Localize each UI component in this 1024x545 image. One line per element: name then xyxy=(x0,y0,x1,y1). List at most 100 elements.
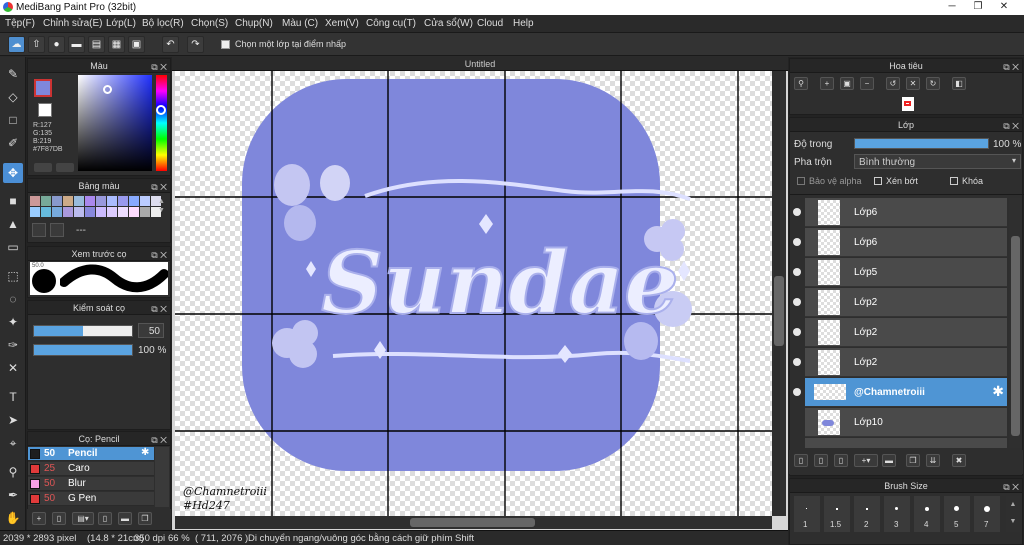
brush-size-value[interactable]: 50 xyxy=(138,323,164,338)
merge-layer-icon[interactable]: ⇊ xyxy=(926,454,940,467)
eye-icon[interactable] xyxy=(793,388,801,396)
gear-icon[interactable]: ✱ xyxy=(141,447,149,458)
panel-popout-icon[interactable]: ⧉ ✕ xyxy=(151,60,167,74)
eraser-tool-icon[interactable]: ◇ xyxy=(3,87,23,107)
maximize-icon[interactable]: ❐ xyxy=(966,0,990,14)
menu-color[interactable]: Màu (C) xyxy=(282,18,318,29)
eye-icon[interactable] xyxy=(793,328,801,336)
vertical-scroll-thumb[interactable] xyxy=(774,276,784,346)
layer-row[interactable]: Lớp2 xyxy=(805,318,1007,347)
navigator-thumbnail[interactable] xyxy=(902,97,914,111)
document-tab[interactable]: Untitled xyxy=(172,57,788,71)
eye-icon[interactable] xyxy=(793,268,801,276)
panel-popout-icon[interactable]: ⧉ ✕ xyxy=(1003,480,1019,494)
brush-tool-icon[interactable]: ✎ xyxy=(3,64,23,84)
menu-file[interactable]: Tệp(F) xyxy=(5,18,35,29)
folder-icon[interactable]: ▬ xyxy=(882,454,896,467)
zoom-in-icon[interactable]: + xyxy=(820,77,834,90)
blend-mode-select[interactable]: Bình thường ▾ xyxy=(854,154,1021,169)
layer-scrollbar[interactable] xyxy=(1009,198,1022,448)
reset-rotate-icon[interactable]: ✕ xyxy=(906,77,920,90)
dot-tool-icon[interactable]: □ xyxy=(3,110,23,130)
grid-icon[interactable]: ▦ xyxy=(108,36,125,53)
flip-icon[interactable]: ◧ xyxy=(952,77,966,90)
palette-add-icon[interactable] xyxy=(32,223,46,237)
horizontal-scrollbar[interactable] xyxy=(175,516,772,529)
divide-tool-icon[interactable]: ⌖ xyxy=(3,433,23,453)
brush-list-scrollbar[interactable] xyxy=(155,447,169,507)
panel-popout-icon[interactable]: ⧉ ✕ xyxy=(151,180,167,194)
brush-size-slider[interactable] xyxy=(33,325,133,337)
palette-swatches[interactable] xyxy=(30,196,161,218)
background-color-swatch[interactable] xyxy=(38,103,52,117)
lasso-tool-icon[interactable]: ◌ xyxy=(3,289,23,309)
color-option2-icon[interactable] xyxy=(56,163,74,172)
brush-opacity-slider[interactable] xyxy=(33,344,133,356)
hue-slider[interactable] xyxy=(156,75,167,171)
protect-alpha-checkbox[interactable] xyxy=(797,177,805,185)
lock-checkbox[interactable] xyxy=(950,177,958,185)
color-option-icon[interactable] xyxy=(34,163,52,172)
chat-icon[interactable]: ▬ xyxy=(68,36,85,53)
rotate-right-icon[interactable]: ↻ xyxy=(926,77,940,90)
close-icon[interactable]: ✕ xyxy=(992,0,1016,14)
zoom-search-icon[interactable]: ⚲ xyxy=(794,77,808,90)
layer-row[interactable]: Lớp2 xyxy=(805,288,1007,317)
menu-help[interactable]: Help xyxy=(513,18,534,29)
add-layer-menu-icon[interactable]: +▾ xyxy=(854,454,878,467)
menu-cloud[interactable]: Cloud xyxy=(477,18,503,29)
eye-icon[interactable] xyxy=(793,238,801,246)
picker-cursor[interactable] xyxy=(103,85,112,94)
panel-popout-icon[interactable]: ⧉ ✕ xyxy=(151,248,167,262)
brush-size-option[interactable]: 1.5 xyxy=(824,496,850,532)
select-pen-icon[interactable]: ✑ xyxy=(3,335,23,355)
select-eraser-icon[interactable]: ✕ xyxy=(3,358,23,378)
page-icon[interactable]: ▣ xyxy=(128,36,145,53)
layer-scroll-thumb[interactable] xyxy=(1011,236,1020,436)
select-tool-icon[interactable]: ⬚ xyxy=(3,266,23,286)
brush-size-scroll-icon[interactable]: ▲ ▼ xyxy=(1006,496,1020,532)
brush-item[interactable]: 50 Pencil ✱ xyxy=(28,447,154,461)
brush-size-option[interactable]: 1 xyxy=(794,496,820,532)
select-layer-checkbox[interactable] xyxy=(221,40,230,49)
brush-size-option[interactable]: 5 xyxy=(944,496,970,532)
saturation-value-picker[interactable] xyxy=(78,75,152,171)
menu-edit[interactable]: Chỉnh sửa(E) xyxy=(43,18,103,29)
panel-popout-icon[interactable]: ⧉ ✕ xyxy=(151,302,167,316)
layer-row[interactable]: Lớp2 xyxy=(805,348,1007,377)
operation-tool-icon[interactable]: ➤ xyxy=(3,410,23,430)
new-layer-3-icon[interactable]: ▯ xyxy=(834,454,848,467)
layer-opacity-slider[interactable] xyxy=(854,138,989,149)
undo-icon[interactable]: ↶ xyxy=(162,36,179,53)
menu-layer[interactable]: Lớp(L) xyxy=(106,18,136,29)
text-tool-icon[interactable]: T xyxy=(3,387,23,407)
fill-rect-tool-icon[interactable]: ■ xyxy=(3,191,23,211)
magic-wand-icon[interactable]: ✦ xyxy=(3,312,23,332)
zoom-out-icon[interactable]: − xyxy=(860,77,874,90)
menu-tools[interactable]: Công cụ(T) xyxy=(366,18,416,29)
layer-row[interactable]: Lớp6 xyxy=(805,198,1007,227)
gear-icon[interactable]: ✱ xyxy=(992,383,1004,400)
move-tool-icon[interactable]: ✥ xyxy=(3,163,23,183)
rotate-left-icon[interactable]: ↺ xyxy=(886,77,900,90)
eyedropper2-icon[interactable]: ✒ xyxy=(3,485,23,505)
menu-filter[interactable]: Bộ lọc(R) xyxy=(142,18,184,29)
brush-size-option[interactable]: 7 xyxy=(974,496,1000,532)
brush-folder-icon[interactable]: ▬ xyxy=(118,512,132,525)
horizontal-scroll-thumb[interactable] xyxy=(410,518,535,527)
panel-popout-icon[interactable]: ⧉ ✕ xyxy=(151,433,167,447)
layer-row[interactable]: Lớp10 xyxy=(805,408,1007,437)
menu-snap[interactable]: Chụp(N) xyxy=(235,18,273,29)
menu-window[interactable]: Cửa sổ(W) xyxy=(424,18,473,29)
fit-icon[interactable]: ▣ xyxy=(840,77,854,90)
add-brush-icon[interactable]: + xyxy=(32,512,46,525)
palette-delete-icon[interactable] xyxy=(50,223,64,237)
hand-tool-icon[interactable]: ✋ xyxy=(3,508,23,528)
gradient-tool-icon[interactable]: ▭ xyxy=(3,237,23,257)
brush-size-option[interactable]: 3 xyxy=(884,496,910,532)
clipping-checkbox[interactable] xyxy=(874,177,882,185)
brush-item[interactable]: 50 G Pen xyxy=(28,492,154,506)
vertical-scrollbar[interactable] xyxy=(772,71,786,516)
pen-tool-icon[interactable]: ✐ xyxy=(3,133,23,153)
brush-size-option[interactable]: 2 xyxy=(854,496,880,532)
